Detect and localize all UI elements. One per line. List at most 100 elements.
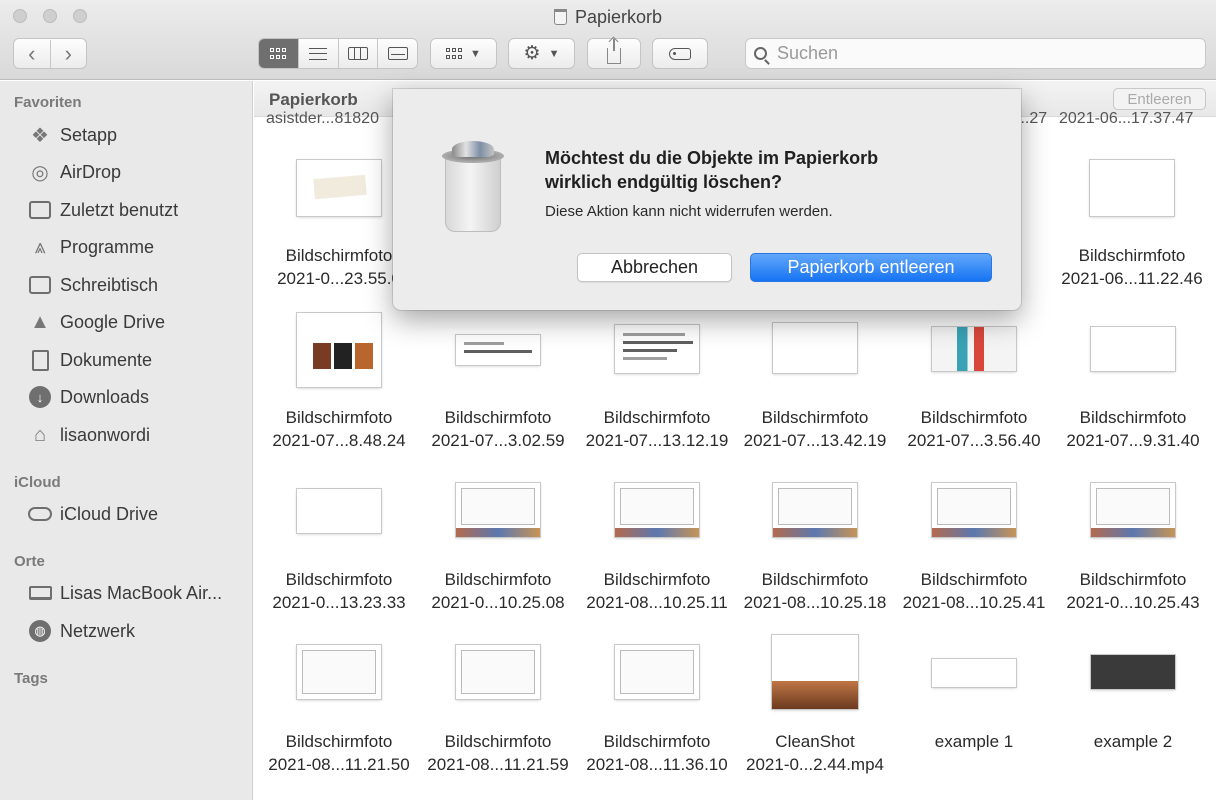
file-date: 2021-08...11.21.50 xyxy=(268,755,410,774)
video-thumbnail xyxy=(772,635,858,709)
partial-file-label: asistder...81820 xyxy=(266,110,379,127)
path-title: Papierkorb xyxy=(269,90,358,109)
share-button[interactable] xyxy=(587,38,641,69)
file-name: example 2 xyxy=(1093,732,1173,751)
view-mode-group xyxy=(258,38,418,69)
back-button[interactable]: ‹ xyxy=(14,40,50,68)
file-item[interactable]: Bildschirmfoto 2021-08...11.21.50 xyxy=(260,635,418,775)
tag-icon xyxy=(669,47,691,60)
file-item[interactable]: CleanShot 2021-0...2.44.mp4 xyxy=(736,635,894,775)
sidebar-item-documents[interactable]: Dokumente xyxy=(28,345,248,375)
file-thumbnail xyxy=(1091,327,1175,371)
file-date: 2021-08...11.36.10 xyxy=(586,755,728,774)
file-item[interactable]: Bildschirmfoto 2021-06...11.22.46 xyxy=(1053,156,1211,296)
file-thumbnail xyxy=(297,645,381,699)
navigation-group: ‹ › xyxy=(13,38,87,69)
file-name: Bildschirmfoto xyxy=(761,408,869,427)
list-view-button[interactable] xyxy=(297,39,338,68)
sidebar-item-airdrop[interactable]: ◎ AirDrop xyxy=(28,157,248,187)
file-name: Bildschirmfoto xyxy=(603,732,711,751)
empty-trash-confirm-button[interactable]: Papierkorb entleeren xyxy=(750,253,992,282)
file-name: Bildschirmfoto xyxy=(761,570,869,589)
file-thumbnail xyxy=(456,483,540,537)
file-item[interactable]: Bildschirmfoto 2021-08...10.25.18 xyxy=(736,473,894,613)
file-thumbnail xyxy=(615,483,699,537)
google-drive-icon: ▲ xyxy=(30,310,50,333)
search-field[interactable] xyxy=(745,38,1206,69)
file-item[interactable]: Bildschirmfoto 2021-08...10.25.11 xyxy=(578,473,736,613)
file-name: Bildschirmfoto xyxy=(444,570,552,589)
file-item[interactable]: Bildschirmfoto 2021-07...3.56.40 xyxy=(895,311,1053,451)
file-date: 2021-0...2.44.mp4 xyxy=(746,755,884,774)
file-item[interactable]: Bildschirmfoto 2021-07...13.42.19 xyxy=(736,311,894,451)
sidebar-item-icloud-drive[interactable]: iCloud Drive xyxy=(28,499,248,529)
share-icon xyxy=(607,38,621,64)
icon-view-button[interactable] xyxy=(259,39,298,68)
sidebar-item-downloads[interactable]: ↓ Downloads xyxy=(28,382,248,412)
sidebar-item-setapp[interactable]: ❖ Setapp xyxy=(28,120,248,150)
chevron-down-icon: ▼ xyxy=(548,47,560,60)
empty-trash-dialog: Möchtest du die Objekte im Papierkorb wi… xyxy=(393,89,1021,310)
file-name: CleanShot xyxy=(775,732,855,751)
partial-file-label: 2021-06...17.37.47 xyxy=(1059,110,1194,127)
file-date: 2021-06...11.22.46 xyxy=(1061,269,1203,288)
search-input[interactable] xyxy=(777,43,1177,64)
file-item[interactable]: Bildschirmfoto 2021-0...10.25.43 xyxy=(1054,473,1212,613)
sidebar-section-places: Orte xyxy=(14,553,45,570)
file-item[interactable]: Bildschirmfoto 2021-07...8.48.24 xyxy=(260,311,418,451)
file-date: 2021-08...11.21.59 xyxy=(427,755,569,774)
network-icon: ◍ xyxy=(28,619,52,643)
file-item[interactable]: example 2 xyxy=(1054,635,1212,775)
file-thumbnail xyxy=(1091,483,1175,537)
tag-button[interactable] xyxy=(652,38,708,69)
file-item[interactable]: example 1 xyxy=(895,635,1053,775)
sidebar-item-recents[interactable]: Zuletzt benutzt xyxy=(28,195,248,225)
window-toolbar: Papierkorb ‹ › ▼ ⚙ ▼ xyxy=(0,0,1216,80)
group-by-button[interactable]: ▼ xyxy=(430,38,497,69)
file-item[interactable]: Bildschirmfoto 2021-08...11.36.10 xyxy=(578,635,736,775)
columns-icon xyxy=(347,47,368,60)
file-item[interactable]: Bildschirmfoto 2021-07...9.31.40 xyxy=(1054,311,1212,451)
sidebar-item-applications[interactable]: ⩓ Programme xyxy=(28,232,248,262)
gallery-view-button[interactable] xyxy=(377,39,417,68)
file-name: Bildschirmfoto xyxy=(285,732,393,751)
sidebar-item-network[interactable]: ◍ Netzwerk xyxy=(28,616,248,646)
file-name: Bildschirmfoto xyxy=(444,408,552,427)
file-item[interactable]: Bildschirmfoto 2021-0...10.25.08 xyxy=(419,473,577,613)
file-name: Bildschirmfoto xyxy=(920,408,1028,427)
cancel-button[interactable]: Abbrechen xyxy=(577,253,732,282)
file-thumbnail xyxy=(456,335,540,365)
file-name: Bildschirmfoto xyxy=(603,570,711,589)
file-date: 2021-07...3.56.40 xyxy=(907,431,1041,450)
file-item[interactable]: Bildschirmfoto 2021-07...3.02.59 xyxy=(419,311,577,451)
file-thumbnail xyxy=(615,325,699,373)
trash-full-icon xyxy=(442,141,504,233)
sidebar-item-desktop[interactable]: Schreibtisch xyxy=(28,270,248,300)
file-thumbnail xyxy=(932,659,1016,687)
file-date: 2021-0...10.25.43 xyxy=(1066,593,1200,612)
home-icon: ⌂ xyxy=(33,423,47,446)
documents-icon xyxy=(28,348,52,372)
sidebar-item-google-drive[interactable]: ▲ Google Drive xyxy=(28,307,248,337)
file-name: Bildschirmfoto xyxy=(920,570,1028,589)
sidebar: Favoriten ❖ Setapp ◎ AirDrop Zuletzt benut… xyxy=(0,81,253,800)
sidebar-section-tags: Tags xyxy=(14,670,48,687)
file-item[interactable]: Bildschirmfoto 2021-08...10.25.41 xyxy=(895,473,1053,613)
dialog-message: Diese Aktion kann nicht widerrufen werde… xyxy=(545,203,833,220)
chevron-down-icon: ▼ xyxy=(470,47,481,60)
recents-icon xyxy=(28,198,52,222)
forward-button[interactable]: › xyxy=(49,39,87,68)
column-view-button[interactable] xyxy=(337,39,378,68)
sidebar-item-macbook[interactable]: Lisas MacBook Air... xyxy=(28,578,248,608)
file-date: 2021-07...13.12.19 xyxy=(585,431,729,450)
file-thumbnail xyxy=(932,327,1016,371)
file-name: example 1 xyxy=(934,732,1014,751)
file-thumbnail xyxy=(932,483,1016,537)
file-item[interactable]: Bildschirmfoto 2021-08...11.21.59 xyxy=(419,635,577,775)
file-item[interactable]: Bildschirmfoto 2021-07...13.12.19 xyxy=(578,311,736,451)
action-menu-button[interactable]: ⚙ ▼ xyxy=(508,38,575,69)
empty-trash-button[interactable]: Entleeren xyxy=(1113,88,1206,110)
file-item[interactable]: Bildschirmfoto 2021-0...13.23.33 xyxy=(260,473,418,613)
file-name: Bildschirmfoto xyxy=(285,408,393,427)
sidebar-item-home[interactable]: ⌂ lisaonwordi xyxy=(28,420,248,450)
